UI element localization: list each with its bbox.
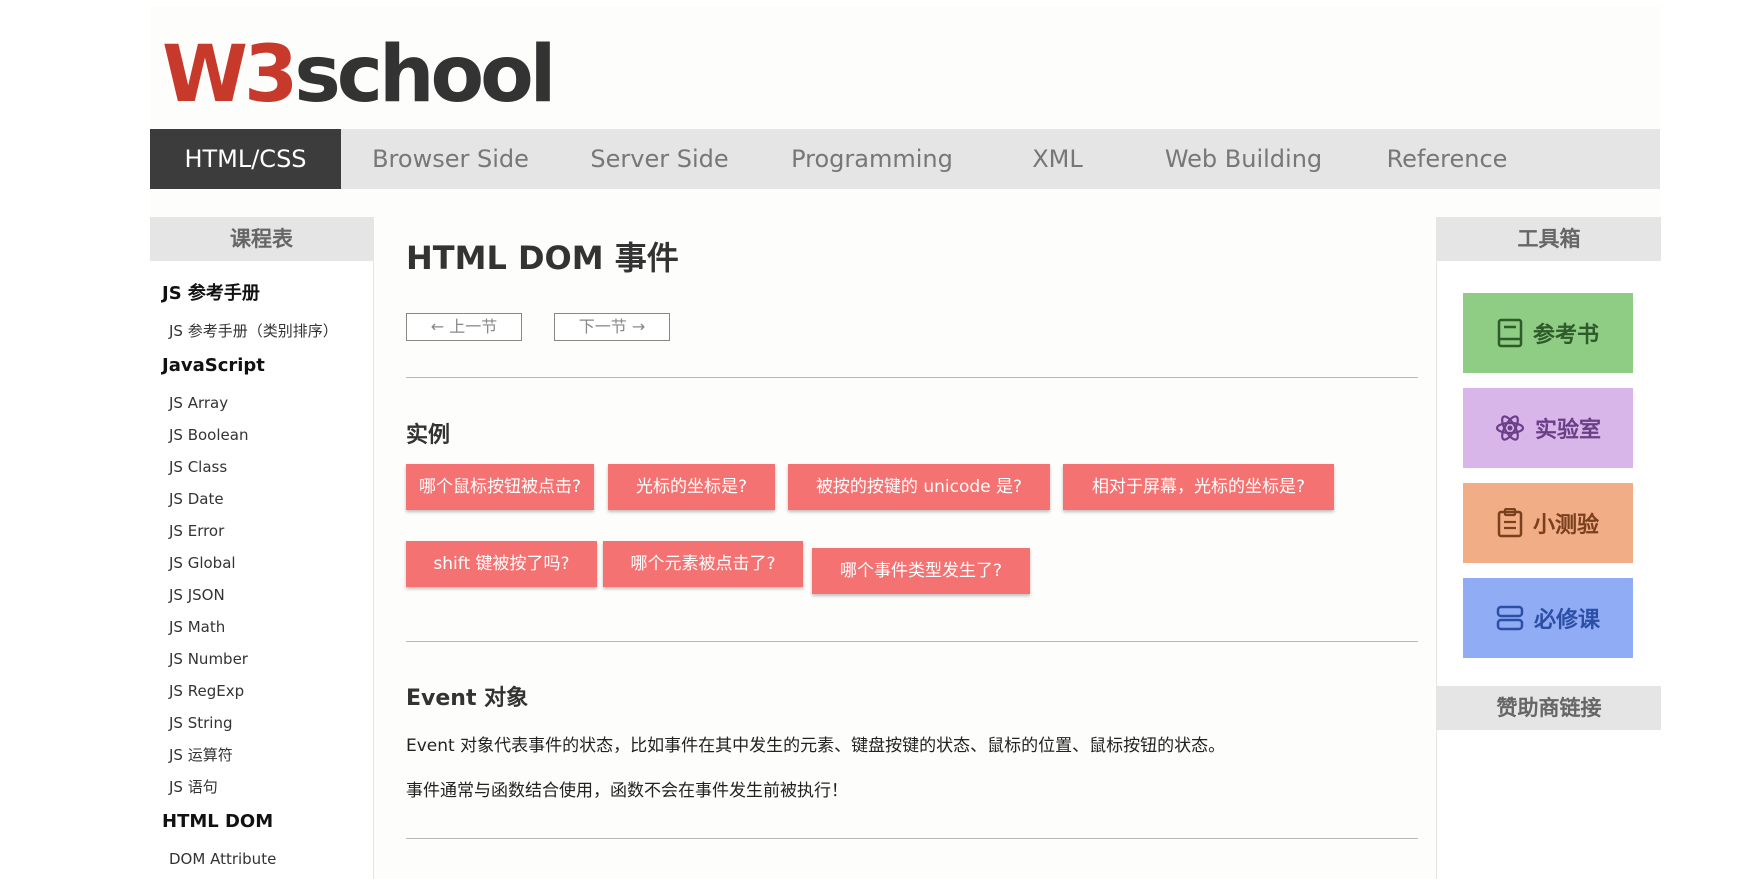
sidebar-link[interactable]: JS 语句: [162, 771, 373, 803]
sidebar-link-dom-attribute[interactable]: DOM Attribute: [162, 843, 373, 875]
tool-quiz[interactable]: 小测验: [1463, 483, 1633, 563]
logo-w3: W3: [162, 30, 298, 120]
next-section-button[interactable]: 下一节 →: [554, 313, 670, 341]
sidebar-link[interactable]: JS Number: [162, 643, 373, 675]
example-button-mouse[interactable]: 哪个鼠标按钮被点击?: [406, 464, 594, 510]
sidebar-group-js-reference: JS 参考手册: [162, 283, 260, 304]
sidebar-group-javascript: JavaScript: [162, 355, 265, 376]
divider: [406, 838, 1418, 839]
sidebar-link[interactable]: JS JSON: [162, 579, 373, 611]
sidebar-link[interactable]: JS String: [162, 707, 373, 739]
sidebar-link[interactable]: JS RegExp: [162, 675, 373, 707]
example-button-event-type[interactable]: 哪个事件类型发生了?: [812, 548, 1030, 594]
left-sidebar: 课程表 JS 参考手册 JS 参考手册（类别排序） JavaScript JS …: [150, 217, 374, 879]
sidebar-link[interactable]: JS 运算符: [162, 739, 373, 771]
example-button-cursor[interactable]: 光标的坐标是?: [608, 464, 775, 510]
tool-lab[interactable]: 实验室: [1463, 388, 1633, 468]
prev-section-button[interactable]: ← 上一节: [406, 313, 522, 341]
right-sidebar: 工具箱 参考书 实验室 小测验 必修课 赞助商链接: [1436, 217, 1661, 879]
sidebar-group-html-dom: HTML DOM: [162, 811, 274, 832]
divider: [406, 641, 1418, 642]
event-paragraph-1: Event 对象代表事件的状态，比如事件在其中发生的元素、键盘按键的状态、鼠标的…: [406, 736, 1226, 756]
sponsor-links-heading: 赞助商链接: [1437, 686, 1661, 730]
tool-label: 小测验: [1532, 513, 1599, 538]
nav-html-css[interactable]: HTML/CSS: [150, 129, 341, 189]
example-button-screen-coords[interactable]: 相对于屏幕，光标的坐标是?: [1063, 464, 1334, 510]
divider: [406, 377, 1418, 378]
w3school-logo[interactable]: W3 school: [162, 24, 556, 120]
tool-required-course[interactable]: 必修课: [1463, 578, 1633, 658]
toolbox-heading: 工具箱: [1437, 217, 1661, 261]
page-title: HTML DOM 事件: [406, 239, 679, 277]
sidebar-link[interactable]: JS Error: [162, 515, 373, 547]
tool-reference-book[interactable]: 参考书: [1463, 293, 1633, 373]
atom-icon: [1495, 413, 1525, 443]
event-object-heading: Event 对象: [406, 686, 529, 711]
clipboard-icon: [1497, 508, 1523, 538]
sidebar-link[interactable]: JS Array: [162, 387, 373, 419]
event-paragraph-2: 事件通常与函数结合使用，函数不会在事件发生前被执行！: [406, 781, 848, 801]
nav-xml[interactable]: XML: [985, 129, 1130, 189]
sidebar-link-js-reference-category[interactable]: JS 参考手册（类别排序）: [162, 315, 373, 347]
example-button-unicode[interactable]: 被按的按键的 unicode 是?: [788, 464, 1050, 510]
page: W3 school HTML/CSS Browser Side Server Si…: [150, 6, 1661, 879]
sidebar-link[interactable]: JS Math: [162, 611, 373, 643]
nav-reference[interactable]: Reference: [1357, 129, 1537, 189]
main-content: HTML DOM 事件 ← 上一节 下一节 → 实例 哪个鼠标按钮被点击? 光标…: [406, 217, 1418, 839]
example-button-shift[interactable]: shift 键被按了吗?: [406, 541, 597, 587]
logo-school: school: [294, 30, 556, 120]
course-icon: [1496, 604, 1524, 632]
sidebar-link[interactable]: JS Boolean: [162, 419, 373, 451]
nav-browser-side[interactable]: Browser Side: [341, 129, 560, 189]
nav-server-side[interactable]: Server Side: [560, 129, 759, 189]
sidebar-link[interactable]: JS Date: [162, 483, 373, 515]
tool-label: 参考书: [1532, 323, 1599, 348]
tool-label: 必修课: [1533, 608, 1600, 633]
nav-programming[interactable]: Programming: [759, 129, 985, 189]
book-icon: [1497, 318, 1523, 348]
example-button-element[interactable]: 哪个元素被点击了?: [603, 541, 803, 587]
examples-heading: 实例: [406, 423, 451, 448]
top-navigation: HTML/CSS Browser Side Server Side Progra…: [150, 129, 1660, 189]
sidebar-link[interactable]: JS Global: [162, 547, 373, 579]
sidebar-heading: 课程表: [150, 217, 373, 261]
nav-web-building[interactable]: Web Building: [1130, 129, 1357, 189]
sidebar-link[interactable]: JS Class: [162, 451, 373, 483]
tool-label: 实验室: [1534, 418, 1601, 443]
sidebar-list: JS 参考手册 JS 参考手册（类别排序） JavaScript JS Arra…: [150, 261, 373, 875]
pager: ← 上一节 下一节 →: [406, 313, 1418, 343]
